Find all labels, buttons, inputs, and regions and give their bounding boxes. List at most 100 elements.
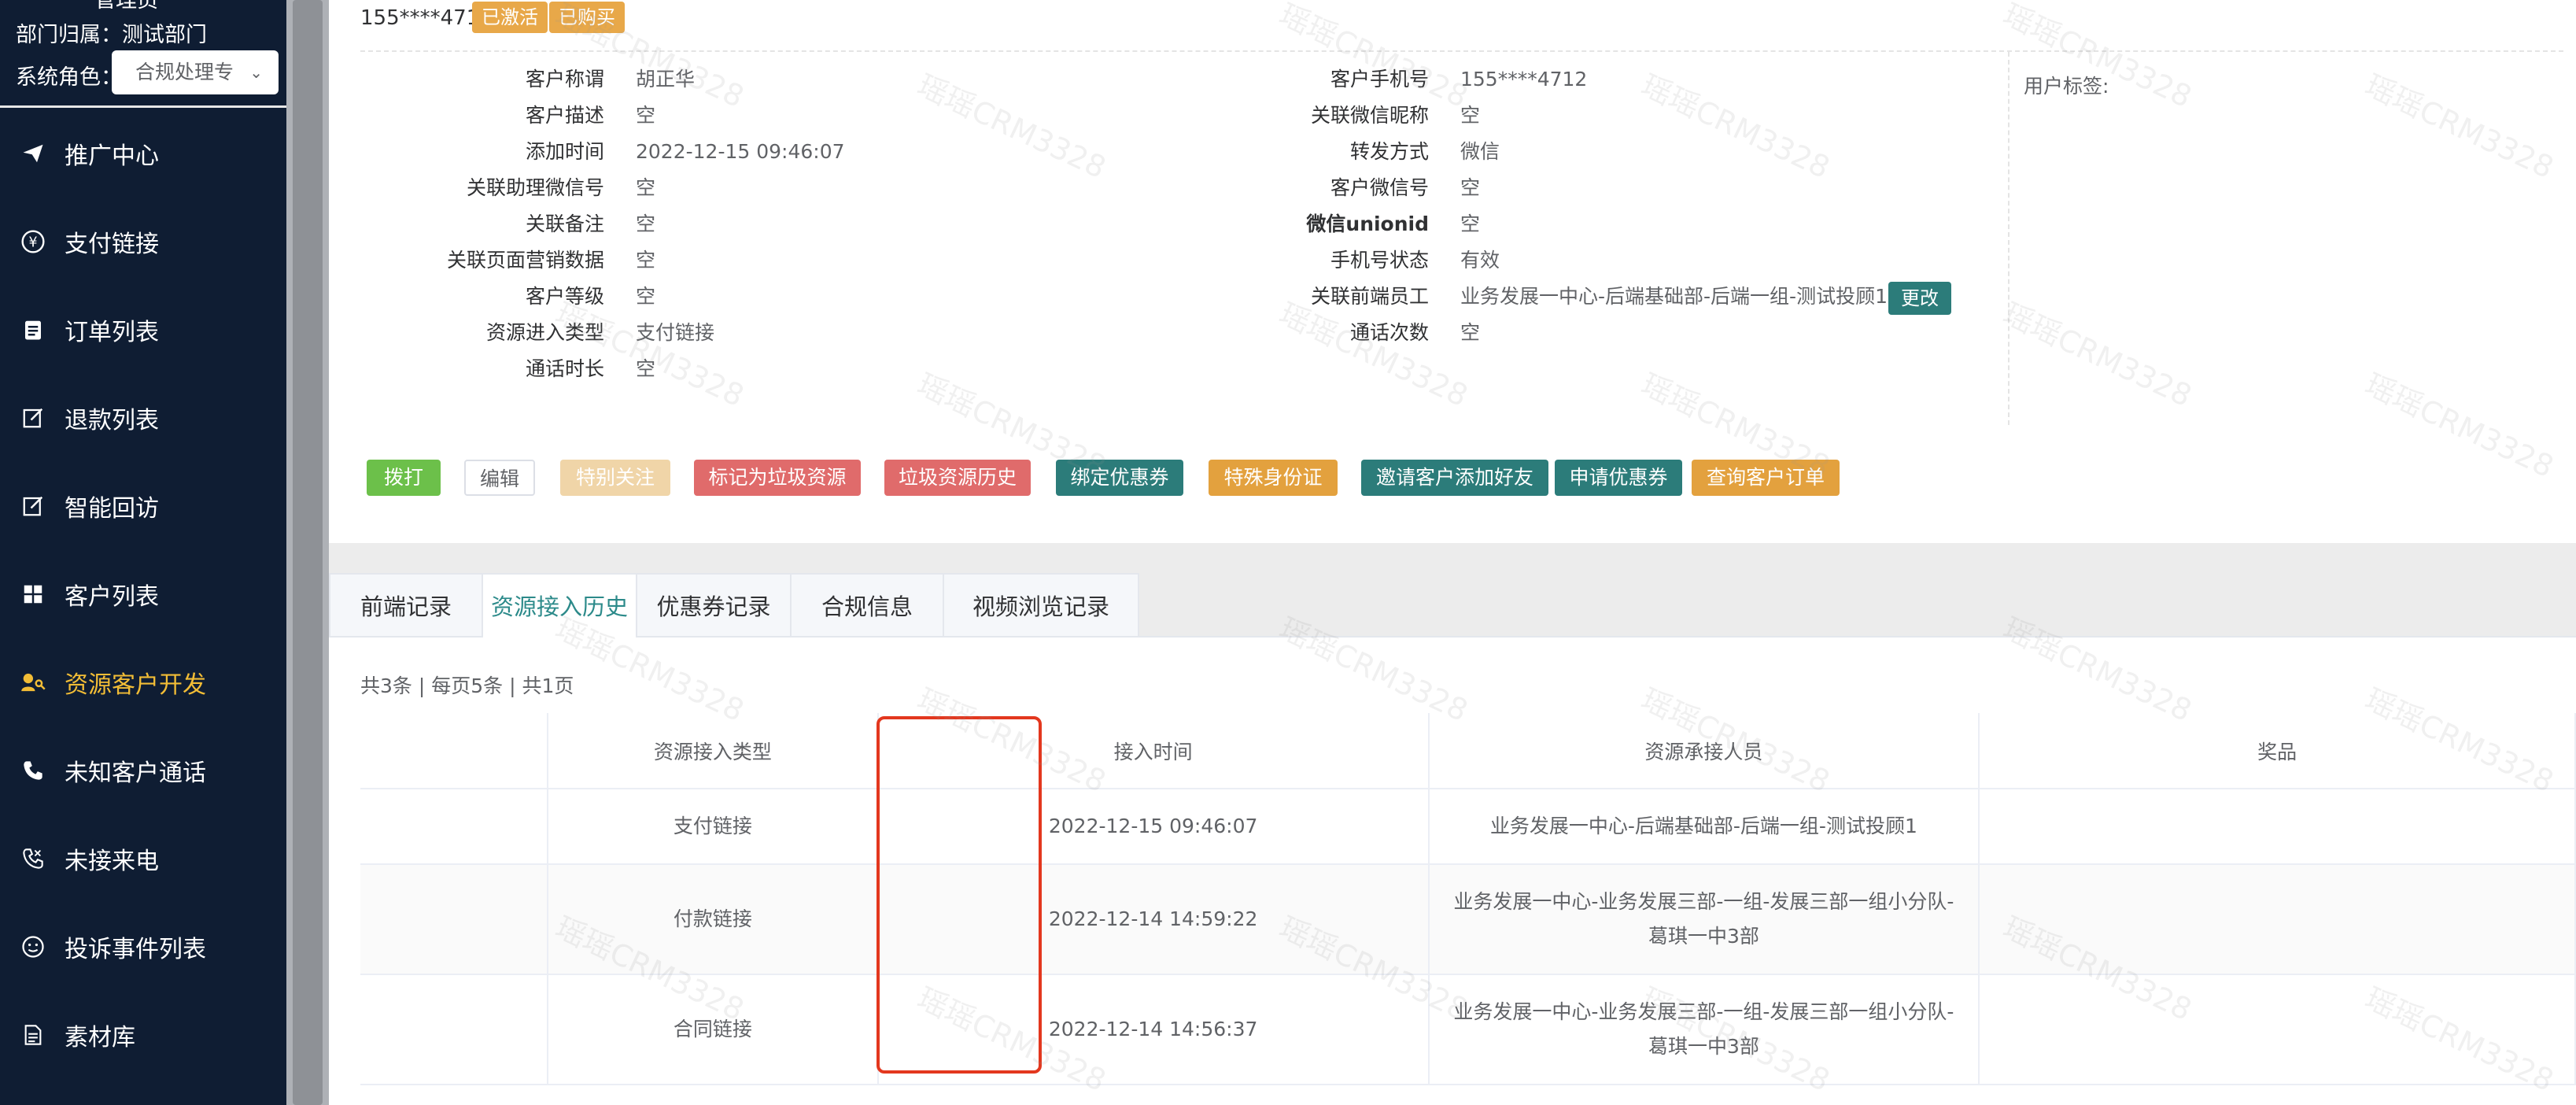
sidebar-item-unknown-calls[interactable]: 未知客户通话 [0,743,286,798]
table-row[interactable]: 支付链接 2022-12-15 09:46:07 业务发展一中心-后端基础部-后… [360,789,2576,865]
table-cell-prize [1979,974,2576,1085]
edit-icon [19,406,47,430]
sidebar-scrollbar[interactable] [286,0,329,1105]
yen-circle-icon: ¥ [19,229,47,254]
special-id-button[interactable]: 特殊身份证 [1209,460,1338,496]
resource-history-panel: 共3条 | 每页5条 | 共1页 资源接入类型 接入时间 资源承接人员 奖品 支… [329,638,2576,1105]
document-icon [19,1023,47,1047]
sidebar-item-complaints[interactable]: 投诉事件列表 [0,919,286,974]
sidebar-item-label: 未接来电 [65,848,159,875]
user-key-icon [19,671,47,694]
column-header-staff: 资源承接人员 [1428,713,1980,789]
highlight-annotation-box [877,716,1042,1074]
call-button[interactable]: 拨打 [367,460,441,496]
table-cell-type: 付款链接 [547,864,879,975]
sidebar-item-label: 客户列表 [65,583,159,611]
customer-info-card: 155****4712 已激活 已购买 客户称谓 胡正华 客户描述 空 添加时间… [329,0,2576,543]
edit-button[interactable]: 编辑 [464,460,535,496]
table-cell-type: 支付链接 [547,789,879,865]
query-orders-button[interactable]: 查询客户订单 [1692,460,1840,496]
resource-history-table: 资源接入类型 接入时间 资源承接人员 奖品 支付链接 2022-12-15 09… [360,713,2576,1085]
bind-coupon-button[interactable]: 绑定优惠券 [1056,460,1183,496]
tab-compliance-info[interactable]: 合规信息 [790,573,944,638]
field-customer-phone: 客户手机号 155****4712 [1330,68,1588,91]
role-label: 系统角色： [16,65,122,90]
sidebar-item-label: 未知客户通话 [65,759,206,787]
field-assistant-wechat: 关联助理微信号 空 [466,176,656,199]
main-content: 155****4712 已激活 已购买 客户称谓 胡正华 客户描述 空 添加时间… [329,0,2576,1105]
sidebar-item-smart-visit[interactable]: 智能回访 [0,479,286,534]
sidebar-item-label: 退款列表 [65,407,159,434]
svg-text:¥: ¥ [28,235,37,251]
tab-coupon-records[interactable]: 优惠券记录 [636,573,792,638]
sidebar-item-label: 素材库 [65,1024,135,1051]
field-customer-wechat: 客户微信号 空 [1330,176,1481,199]
mark-spam-button[interactable]: 标记为垃圾资源 [694,460,861,496]
field-call-count: 通话次数 空 [1349,321,1481,344]
field-call-duration: 通话时长 空 [525,357,656,380]
table-cell [360,974,548,1085]
tab-video-records[interactable]: 视频浏览记录 [943,573,1139,638]
table-row[interactable]: 付款链接 2022-12-14 14:59:22 业务发展一中心-业务发展三部-… [360,864,2576,975]
table-cell-type: 合同链接 [547,974,879,1085]
spam-history-button[interactable]: 垃圾资源历史 [884,460,1031,496]
field-marketing-data: 关联页面营销数据 空 [446,249,656,272]
sidebar-item-orders[interactable]: 订单列表 [0,302,286,357]
table-row[interactable]: 合同链接 2022-12-14 14:56:37 业务发展一中心-业务发展三部-… [360,974,2576,1085]
smile-icon [19,935,47,959]
table-header-row: 资源接入类型 接入时间 资源承接人员 奖品 [360,713,2576,789]
divider-vertical [2008,52,2010,425]
tab-resource-history[interactable]: 资源接入历史 [482,573,637,639]
field-wechat-unionid: 微信unionid 空 [1306,213,1481,235]
sidebar-item-materials[interactable]: 素材库 [0,1007,286,1062]
status-badge-purchased: 已购买 [549,2,625,33]
sidebar-item-promotion[interactable]: 推广中心 [0,126,286,181]
send-icon [19,142,47,165]
apply-coupon-button[interactable]: 申请优惠券 [1555,460,1682,496]
sidebar-item-refunds[interactable]: 退款列表 [0,390,286,445]
change-staff-button[interactable]: 更改 [1888,282,1951,315]
scrollbar-thumb[interactable] [293,0,323,1105]
field-frontend-staff: 关联前端员工 业务发展一中心-后端基础部-后端一组-测试投顾1 [1310,285,1888,308]
sidebar-item-label: 订单列表 [65,319,159,346]
field-customer-level: 客户等级 空 [525,285,656,308]
role-select[interactable]: 合规处理专 ⌄ [112,50,279,94]
chevron-down-icon: ⌄ [249,63,263,82]
sidebar-item-label: 投诉事件列表 [65,936,206,963]
column-header-prize: 奖品 [1979,713,2576,789]
special-follow-button[interactable]: 特别关注 [560,460,670,496]
edit-icon [19,494,47,518]
status-badge-activated: 已激活 [472,2,548,33]
sidebar-item-missed-calls[interactable]: 未接来电 [0,831,286,886]
role-select-value: 合规处理专 [135,61,234,83]
field-resource-type: 资源进入类型 支付链接 [485,321,715,344]
table-cell [360,789,548,865]
sidebar: 管理员 部门归属：测试部门 系统角色： 合规处理专 ⌄ 推广中心 ¥ 支付链接 … [0,0,286,1105]
sidebar-item-resource-dev[interactable]: 资源客户开发 [0,655,286,710]
divider [360,50,2563,52]
phone-missed-icon [19,848,47,870]
table-cell-staff: 业务发展一中心-后端基础部-后端一组-测试投顾1 [1428,789,1980,865]
user-tags-label: 用户标签: [2024,75,2109,98]
sidebar-item-label: 推广中心 [65,142,159,170]
sidebar-item-customers[interactable]: 客户列表 [0,567,286,622]
sidebar-item-label: 智能回访 [65,495,159,523]
table-cell-prize [1979,789,2576,865]
column-header [360,713,548,789]
table-cell-staff: 业务发展一中心-业务发展三部-一组-发展三部一组小分队-葛琪一中3部 [1428,864,1980,975]
invite-friend-button[interactable]: 邀请客户添加好友 [1361,460,1548,496]
field-wechat-nickname: 关联微信昵称 空 [1310,104,1481,127]
field-phone-status: 手机号状态 有效 [1330,249,1500,272]
sidebar-item-label: 资源客户开发 [65,671,206,699]
tab-frontend-records[interactable]: 前端记录 [329,573,483,638]
phone-icon [19,759,47,782]
pagination-summary: 共3条 | 每页5条 | 共1页 [360,674,574,697]
clipboard-icon [19,318,47,342]
table-cell-prize [1979,864,2576,975]
field-linked-note: 关联备注 空 [525,213,656,235]
sidebar-divider [0,105,286,108]
column-header-resource-type: 资源接入类型 [547,713,879,789]
sidebar-user-name: 管理员 [94,0,158,13]
sidebar-item-payment-link[interactable]: ¥ 支付链接 [0,214,286,269]
department-label: 部门归属：测试部门 [16,23,207,47]
